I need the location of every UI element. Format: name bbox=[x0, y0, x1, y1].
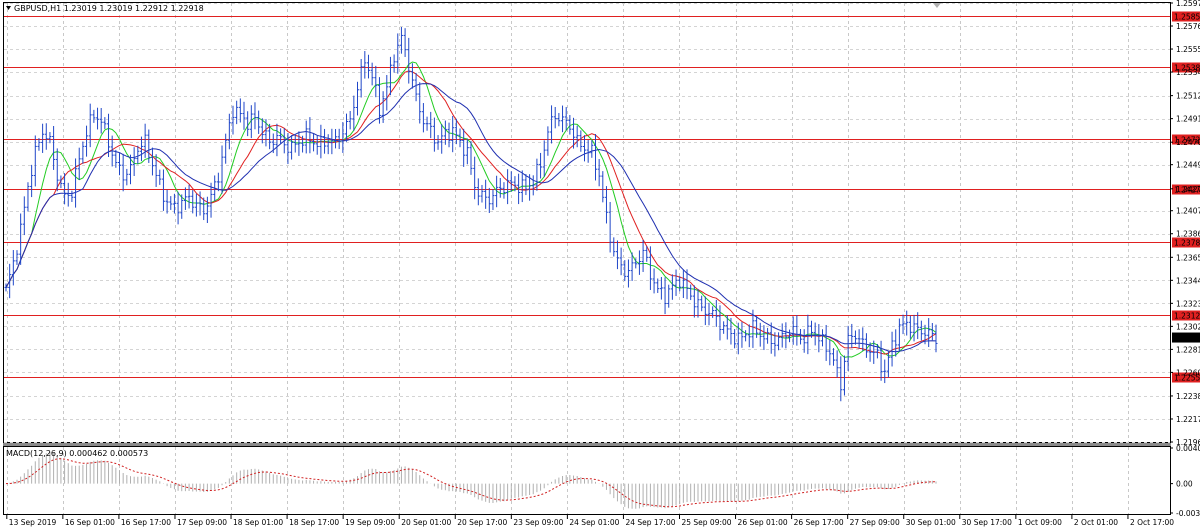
price-tick-label: 1.23020 bbox=[1176, 322, 1200, 331]
macd-tick-label: 0.00 bbox=[1176, 480, 1193, 489]
time-tick-label: 16 Sep 17:00 bbox=[121, 518, 171, 527]
time-tick-label: 16 Sep 01:00 bbox=[65, 518, 115, 527]
time-tick-label: 27 Sep 09:00 bbox=[850, 518, 900, 527]
level-label: 1.23787 bbox=[1174, 239, 1200, 248]
price-tick-label: 1.25550 bbox=[1176, 45, 1200, 54]
time-tick-label: 19 Sep 09:00 bbox=[345, 518, 395, 527]
time-tick-label: 18 Sep 17:00 bbox=[289, 518, 339, 527]
price-tick-label: 1.23865 bbox=[1176, 230, 1200, 239]
time-tick-label: 30 Sep 01:00 bbox=[906, 518, 956, 527]
time-tick-label: 20 Sep 01:00 bbox=[401, 518, 451, 527]
price-tick-label: 1.24700 bbox=[1176, 138, 1200, 147]
time-tick-label: 2 Oct 01:00 bbox=[1074, 518, 1118, 527]
price-tick-label: 1.22600 bbox=[1176, 368, 1200, 377]
time-tick-label: 26 Sep 01:00 bbox=[738, 518, 788, 527]
price-tick-label: 1.22175 bbox=[1176, 415, 1200, 424]
price-tick-label: 1.23230 bbox=[1176, 299, 1200, 308]
time-tick-label: 25 Sep 09:00 bbox=[681, 518, 731, 527]
price-tick-label: 1.22810 bbox=[1176, 345, 1200, 354]
time-tick-label: 24 Sep 01:00 bbox=[569, 518, 619, 527]
time-tick-label: 1 Oct 09:00 bbox=[1018, 518, 1062, 527]
symbol-header: GBPUSD,H1 1.23019 1.23019 1.22912 1.2291… bbox=[14, 4, 204, 13]
trading-chart[interactable]: 1.258541.253821.247271.242751.237871.231… bbox=[0, 0, 1200, 531]
time-tick-label: 18 Sep 01:00 bbox=[233, 518, 283, 527]
price-tick-label: 1.24915 bbox=[1176, 115, 1200, 124]
time-tick-label: 30 Sep 17:00 bbox=[962, 518, 1012, 527]
time-tick-label: 13 Sep 2019 bbox=[9, 518, 57, 527]
time-tick-label: 23 Sep 09:00 bbox=[513, 518, 563, 527]
chart-frame bbox=[0, 0, 1200, 531]
time-tick-label: 2 Oct 17:00 bbox=[1130, 518, 1174, 527]
price-tick-label: 1.23650 bbox=[1176, 253, 1200, 262]
time-tick-label: 20 Sep 17:00 bbox=[457, 518, 507, 527]
price-tick-label: 1.24275 bbox=[1176, 185, 1200, 194]
price-tick-label: 1.25125 bbox=[1176, 92, 1200, 101]
price-tick-label: 1.25760 bbox=[1176, 22, 1200, 31]
price-tick-label: 1.25340 bbox=[1176, 68, 1200, 77]
time-tick-label: 24 Sep 17:00 bbox=[625, 518, 675, 527]
price-tick-label: 1.25970 bbox=[1176, 0, 1200, 8]
macd-tick-label: -0.00336 bbox=[1176, 509, 1200, 518]
macd-tick-label: 0.004077 bbox=[1176, 444, 1200, 453]
price-tick-label: 1.22385 bbox=[1176, 392, 1200, 401]
price-tick-label: 1.23440 bbox=[1176, 276, 1200, 285]
price-tick-label: 1.24495 bbox=[1176, 161, 1200, 170]
time-tick-label: 17 Sep 09:00 bbox=[177, 518, 227, 527]
level-label: 1.25854 bbox=[1174, 13, 1200, 22]
time-tick-label: 26 Sep 17:00 bbox=[794, 518, 844, 527]
price-tick-label: 1.24075 bbox=[1176, 207, 1200, 216]
current-price-label: 1.22918 bbox=[1174, 334, 1200, 343]
macd-header: MACD(12,26,9) 0.000462 0.000573 bbox=[6, 449, 148, 458]
level-label: 1.23124 bbox=[1174, 312, 1200, 321]
